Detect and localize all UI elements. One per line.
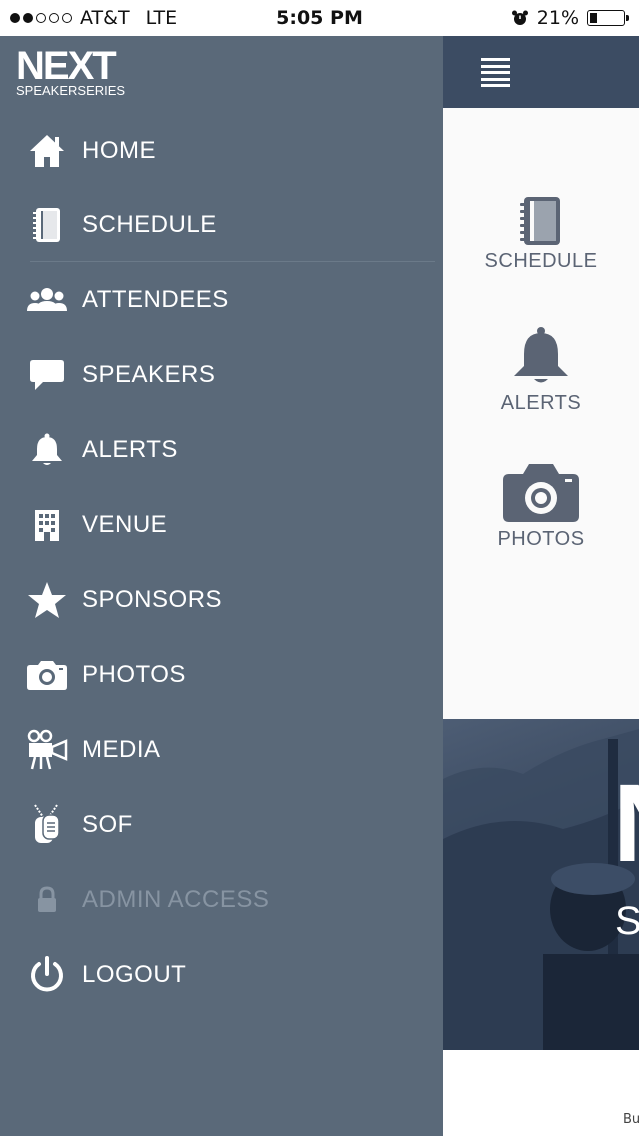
menu-item-venue[interactable]: VENUE	[0, 490, 443, 560]
menu-item-label: SOF	[82, 811, 133, 838]
menu-item-attendees[interactable]: ATTENDEES	[0, 265, 443, 335]
film-camera-icon	[26, 729, 68, 771]
tile-alerts[interactable]: ALERTS	[443, 326, 639, 415]
menu-item-label: SPEAKERS	[82, 361, 216, 388]
menu-item-label: ADMIN ACCESS	[82, 886, 270, 913]
building-icon	[26, 504, 68, 546]
logo-main-text: NEXT	[16, 44, 117, 88]
battery-percent: 21%	[536, 7, 579, 29]
menu-item-sof[interactable]: SOF	[0, 790, 443, 860]
star-icon	[26, 579, 68, 621]
speech-bubble-icon	[26, 354, 68, 396]
menu-item-label: SPONSORS	[82, 586, 223, 613]
dog-tags-icon	[26, 804, 68, 846]
menu-item-media[interactable]: MEDIA	[0, 715, 443, 785]
bell-icon	[443, 326, 639, 392]
tile-schedule[interactable]: SCHEDULE	[443, 196, 639, 273]
battery-icon	[587, 10, 629, 26]
logo-sub-text: SPEAKERSERIES	[16, 83, 126, 98]
menu-divider	[30, 261, 435, 262]
tile-photos[interactable]: PHOTOS	[443, 462, 639, 551]
top-app-bar	[443, 36, 639, 108]
menu-item-label: ATTENDEES	[82, 286, 229, 313]
menu-item-label: LOGOUT	[82, 961, 187, 988]
bell-icon	[26, 429, 68, 471]
tile-label: PHOTOS	[497, 528, 585, 550]
menu-item-photos[interactable]: PHOTOS	[0, 640, 443, 710]
tile-label: SCHEDULE	[484, 250, 598, 272]
menu-item-alerts[interactable]: ALERTS	[0, 415, 443, 485]
notebook-icon	[26, 204, 68, 246]
menu-item-home[interactable]: HOME	[0, 116, 443, 186]
banner-title-text: N	[613, 769, 639, 879]
menu-item-speakers[interactable]: SPEAKERS	[0, 340, 443, 410]
menu-item-label: VENUE	[82, 511, 168, 538]
footer-area: Bu	[443, 1050, 639, 1136]
home-icon	[26, 130, 68, 172]
hamburger-menu-icon[interactable]	[481, 58, 510, 87]
menu-item-sponsors[interactable]: SPONSORS	[0, 565, 443, 635]
menu-item-label: ALERTS	[82, 436, 178, 463]
menu-item-label: HOME	[82, 137, 156, 164]
camera-icon	[443, 462, 639, 528]
menu-item-admin-access[interactable]: ADMIN ACCESS	[0, 865, 443, 935]
hero-banner-image[interactable]: N SP	[443, 719, 639, 1050]
app-logo: NEXT SPEAKERSERIES	[16, 46, 125, 97]
camera-icon	[26, 654, 68, 696]
menu-item-logout[interactable]: LOGOUT	[0, 940, 443, 1010]
footer-text: Bu	[623, 1112, 639, 1127]
menu-item-label: SCHEDULE	[82, 211, 217, 238]
power-icon	[26, 954, 68, 996]
alarm-clock-icon	[511, 10, 528, 25]
people-icon	[26, 279, 68, 321]
notebook-icon	[443, 196, 639, 250]
tile-label: ALERTS	[500, 392, 582, 414]
menu-item-schedule[interactable]: SCHEDULE	[0, 190, 443, 260]
main-content: SCHEDULE ALERTS PHOTOS	[443, 108, 639, 720]
status-bar: AT&T LTE 5:05 PM 21%	[0, 0, 639, 36]
navigation-drawer: NEXT SPEAKERSERIES HOME SCHEDULE ATTENDE…	[0, 36, 443, 1136]
lock-icon	[26, 879, 68, 921]
banner-subtitle-text: SP	[615, 899, 639, 943]
menu-item-label: PHOTOS	[82, 661, 186, 688]
menu-item-label: MEDIA	[82, 736, 161, 763]
